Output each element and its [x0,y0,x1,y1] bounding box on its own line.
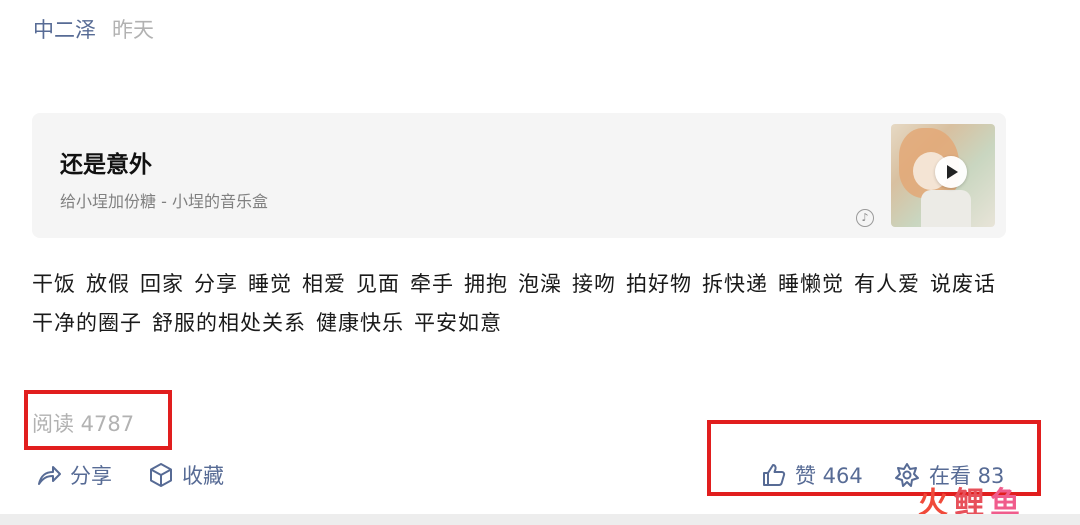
tag: 有人爱 [854,272,920,296]
tag-text: 干饭 放假 回家 分享 睡觉 相爱 见面 牵手 拥抱 泡澡 接吻 拍好物 拆快递 睡懒觉 有人爱 说废话干净的… [32,265,1022,343]
share-button[interactable]: 分享 [36,460,112,490]
publish-time: 昨天 [112,18,154,42]
tag: 拍好物 [626,272,692,296]
tag: 睡觉 [248,272,292,296]
music-title: 还是意外 [60,152,152,178]
share-label: 分享 [70,464,112,488]
tag: 相爱 [302,272,346,296]
play-icon[interactable] [935,156,967,188]
tag: 接吻 [572,272,616,296]
tag: 泡澡 [518,272,562,296]
tag: 见面 [356,272,400,296]
tag: 放假 [86,272,130,296]
tag: 健康快乐 [316,311,404,335]
music-subtitle: 给小埕加份糖 - 小埕的音乐盒 [60,192,268,211]
author-name[interactable]: 中二泽 [33,14,96,44]
tag: 舒服的相处关系 [152,311,306,335]
tag: 睡懒觉 [778,272,844,296]
tag: 干饭 [32,272,76,296]
bottom-divider [0,514,1080,525]
tag: 说废话 [930,272,996,296]
cube-icon [148,462,174,488]
favorite-label: 收藏 [182,464,224,488]
highlight-box-read [24,390,172,450]
tag: 平安如意 [414,311,502,335]
tag: 干净的圈子 [32,311,142,335]
favorite-button[interactable]: 收藏 [148,460,224,490]
tag: 拥抱 [464,272,508,296]
tag: 回家 [140,272,184,296]
article-meta: 中二泽 昨天 [33,14,154,44]
tag: 分享 [194,272,238,296]
share-icon [36,462,62,488]
music-note-icon: ♪ [856,209,874,227]
tag: 拆快递 [702,272,768,296]
tag: 牵手 [410,272,454,296]
